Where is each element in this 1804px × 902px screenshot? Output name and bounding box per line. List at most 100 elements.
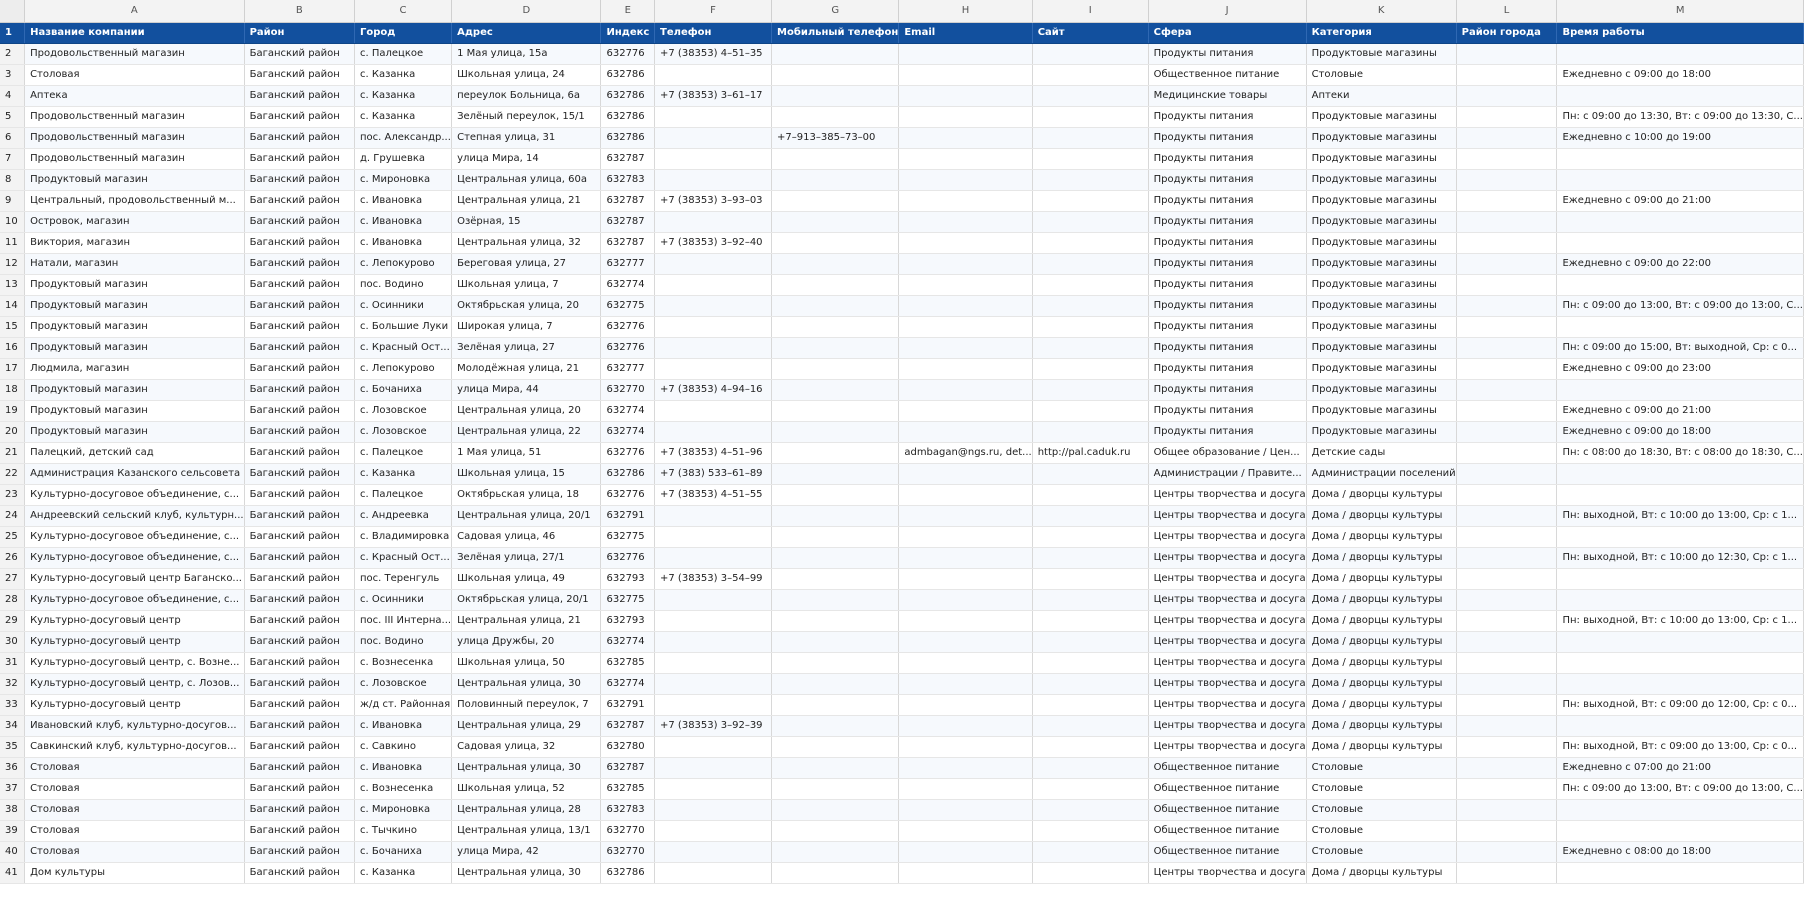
header-cell-mobile[interactable]: Мобильный телефон xyxy=(771,22,900,44)
cell-address[interactable]: улица Мира, 44 xyxy=(451,379,602,401)
row-number[interactable]: 25 xyxy=(0,526,26,548)
cell-address[interactable]: Береговая улица, 27 xyxy=(451,253,602,275)
cell-email[interactable] xyxy=(898,820,1033,842)
cell-mobile[interactable] xyxy=(771,694,900,716)
cell-mobile[interactable] xyxy=(771,652,900,674)
cell-district[interactable]: Баганский район xyxy=(244,631,356,653)
cell-city-district[interactable] xyxy=(1456,442,1558,464)
cell-city-district[interactable] xyxy=(1456,673,1558,695)
cell-index[interactable]: 632770 xyxy=(600,379,656,401)
cell-category[interactable]: Дома / дворцы культуры xyxy=(1306,484,1457,506)
cell-phone[interactable] xyxy=(654,148,773,170)
cell-address[interactable]: Широкая улица, 7 xyxy=(451,316,602,338)
cell-city-district[interactable] xyxy=(1456,148,1558,170)
cell-phone[interactable] xyxy=(654,526,773,548)
cell-hours[interactable]: Пн: выходной, Вт: с 09:00 до 12:00, Ср: … xyxy=(1556,694,1804,716)
cell-email[interactable] xyxy=(898,736,1033,758)
cell-mobile[interactable] xyxy=(771,106,900,128)
cell-address[interactable]: Садовая улица, 46 xyxy=(451,526,602,548)
cell-email[interactable] xyxy=(898,463,1033,485)
header-cell-email[interactable]: Email xyxy=(898,22,1033,44)
cell-category[interactable]: Продуктовые магазины xyxy=(1306,358,1457,380)
cell-email[interactable] xyxy=(898,400,1033,422)
cell-index[interactable]: 632785 xyxy=(600,652,656,674)
cell-city-district[interactable] xyxy=(1456,820,1558,842)
cell-index[interactable]: 632787 xyxy=(600,190,656,212)
cell-mobile[interactable] xyxy=(771,463,900,485)
cell-hours[interactable] xyxy=(1556,589,1804,611)
cell-company[interactable]: Продовольственный магазин xyxy=(24,148,245,170)
cell-mobile[interactable] xyxy=(771,568,900,590)
cell-mobile[interactable] xyxy=(771,526,900,548)
cell-category[interactable]: Продуктовые магазины xyxy=(1306,316,1457,338)
cell-site[interactable] xyxy=(1032,127,1149,149)
cell-mobile[interactable] xyxy=(771,232,900,254)
header-cell-sphere[interactable]: Сфера xyxy=(1148,22,1307,44)
cell-city[interactable]: с. Осинники xyxy=(354,295,453,317)
cell-email[interactable] xyxy=(898,484,1033,506)
cell-category[interactable]: Столовые xyxy=(1306,799,1457,821)
cell-company[interactable]: Столовая xyxy=(24,757,245,779)
cell-mobile[interactable] xyxy=(771,862,900,884)
cell-district[interactable]: Баганский район xyxy=(244,778,356,800)
cell-sphere[interactable]: Продукты питания xyxy=(1148,421,1307,443)
cell-hours[interactable] xyxy=(1556,211,1804,233)
cell-index[interactable]: 632776 xyxy=(600,337,656,359)
cell-city-district[interactable] xyxy=(1456,106,1558,128)
cell-city[interactable]: пос. Александр... xyxy=(354,127,453,149)
cell-city[interactable]: с. Лозовское xyxy=(354,400,453,422)
cell-hours[interactable] xyxy=(1556,43,1804,65)
column-header-j[interactable]: J xyxy=(1148,0,1307,23)
cell-mobile[interactable] xyxy=(771,484,900,506)
cell-email[interactable] xyxy=(898,778,1033,800)
cell-city-district[interactable] xyxy=(1456,589,1558,611)
cell-mobile[interactable] xyxy=(771,85,900,107)
cell-city[interactable]: с. Савкино xyxy=(354,736,453,758)
cell-hours[interactable]: Ежедневно с 10:00 до 19:00 xyxy=(1556,127,1804,149)
cell-email[interactable] xyxy=(898,190,1033,212)
cell-phone[interactable] xyxy=(654,358,773,380)
cell-email[interactable] xyxy=(898,568,1033,590)
cell-category[interactable]: Продуктовые магазины xyxy=(1306,400,1457,422)
cell-company[interactable]: Культурно-досуговый центр xyxy=(24,610,245,632)
cell-mobile[interactable] xyxy=(771,841,900,863)
cell-category[interactable]: Продуктовые магазины xyxy=(1306,106,1457,128)
cell-city[interactable]: с. Большие Луки xyxy=(354,316,453,338)
cell-category[interactable]: Продуктовые магазины xyxy=(1306,274,1457,296)
cell-district[interactable]: Баганский район xyxy=(244,736,356,758)
cell-index[interactable]: 632776 xyxy=(600,316,656,338)
cell-hours[interactable]: Пн: с 08:00 до 18:30, Вт: с 08:00 до 18:… xyxy=(1556,442,1804,464)
cell-phone[interactable] xyxy=(654,421,773,443)
cell-city[interactable]: ж/д ст. Районная xyxy=(354,694,453,716)
cell-mobile[interactable] xyxy=(771,589,900,611)
cell-district[interactable]: Баганский район xyxy=(244,400,356,422)
cell-category[interactable]: Столовые xyxy=(1306,64,1457,86)
cell-city[interactable]: с. Палецкое xyxy=(354,442,453,464)
cell-mobile[interactable] xyxy=(771,799,900,821)
cell-index[interactable]: 632786 xyxy=(600,862,656,884)
cell-phone[interactable]: +7 (38353) 4–51–96 xyxy=(654,442,773,464)
cell-city-district[interactable] xyxy=(1456,610,1558,632)
cell-address[interactable]: Садовая улица, 32 xyxy=(451,736,602,758)
cell-hours[interactable]: Пн: с 09:00 до 13:30, Вт: с 09:00 до 13:… xyxy=(1556,106,1804,128)
cell-hours[interactable] xyxy=(1556,484,1804,506)
cell-mobile[interactable] xyxy=(771,358,900,380)
cell-phone[interactable]: +7 (38353) 3–92–39 xyxy=(654,715,773,737)
cell-category[interactable]: Продуктовые магазины xyxy=(1306,190,1457,212)
cell-city[interactable]: д. Грушевка xyxy=(354,148,453,170)
cell-hours[interactable] xyxy=(1556,715,1804,737)
cell-category[interactable]: Дома / дворцы культуры xyxy=(1306,736,1457,758)
cell-category[interactable]: Продуктовые магазины xyxy=(1306,421,1457,443)
cell-email[interactable] xyxy=(898,211,1033,233)
cell-index[interactable]: 632775 xyxy=(600,589,656,611)
cell-mobile[interactable] xyxy=(771,442,900,464)
cell-mobile[interactable] xyxy=(771,274,900,296)
cell-phone[interactable]: +7 (38353) 4–51–55 xyxy=(654,484,773,506)
cell-company[interactable]: Столовая xyxy=(24,820,245,842)
cell-index[interactable]: 632787 xyxy=(600,715,656,737)
cell-category[interactable]: Аптеки xyxy=(1306,85,1457,107)
cell-company[interactable]: Палецкий, детский сад xyxy=(24,442,245,464)
cell-district[interactable]: Баганский район xyxy=(244,274,356,296)
cell-email[interactable] xyxy=(898,757,1033,779)
cell-sphere[interactable]: Центры творчества и досуга xyxy=(1148,589,1307,611)
